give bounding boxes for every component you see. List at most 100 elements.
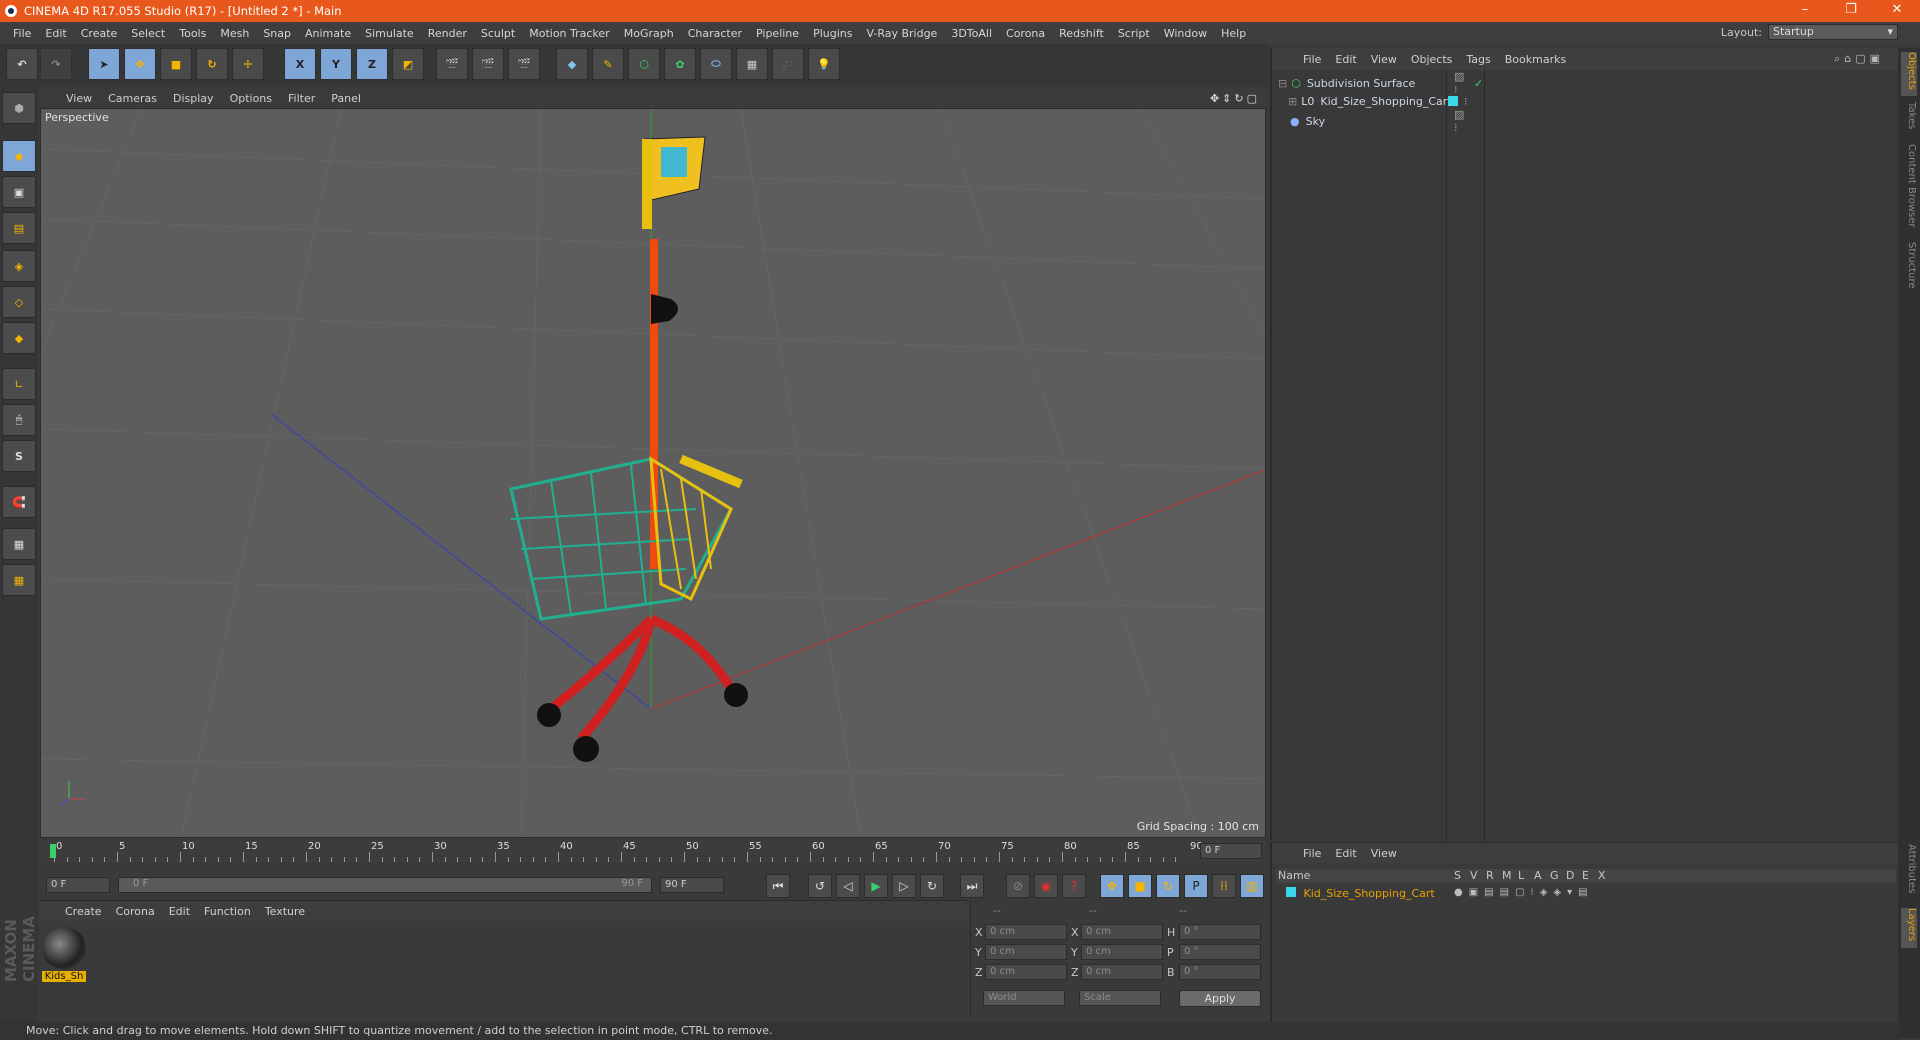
layer-color-swatch[interactable] (1286, 887, 1296, 897)
live-select-button[interactable]: ➤ (88, 48, 120, 80)
checkmark-icon[interactable]: ✓ (1474, 77, 1483, 90)
layout-dropdown[interactable]: Startup ▾ (1768, 24, 1898, 40)
menu-edit[interactable]: Edit (38, 27, 73, 40)
menu-script[interactable]: Script (1111, 27, 1157, 40)
axis-mode-button[interactable]: ∟ (2, 368, 36, 400)
objects-menu-bookmarks[interactable]: Bookmarks (1498, 53, 1573, 66)
menu-plugins[interactable]: Plugins (806, 27, 859, 40)
render-picture-viewer-button[interactable]: 🎬 (472, 48, 504, 80)
scale-tool-button[interactable]: ■ (160, 48, 192, 80)
menu-corona[interactable]: Corona (999, 27, 1052, 40)
material-menu-corona[interactable]: Corona (109, 905, 162, 918)
object-row-kid-size-shopping-cart[interactable]: ⊞ L0 Kid_Size_Shopping_Cart ⁝ (1288, 92, 1468, 110)
redo-button[interactable]: ↷ (40, 48, 72, 80)
subdivision-button[interactable]: ⬡ (628, 48, 660, 80)
material-menu-create[interactable]: Create (58, 905, 109, 918)
timeline-ruler[interactable]: 0 5 10 15 20 25 30 35 40 45 50 55 60 65 70 75 80 85 90 0 F (40, 840, 1266, 862)
start-frame-field[interactable]: 0 F (46, 877, 110, 893)
move-tool-button[interactable]: ✥ (124, 48, 156, 80)
solo-button[interactable]: S (2, 440, 36, 472)
key-scale-button[interactable]: ■ (1128, 874, 1152, 898)
key-parameter-button[interactable]: P (1184, 874, 1208, 898)
menu-vray-bridge[interactable]: V-Ray Bridge (859, 27, 944, 40)
tab-layers[interactable]: Layers (1901, 908, 1917, 948)
keyframe-selection-button[interactable]: ? (1062, 874, 1086, 898)
coordinate-system-button[interactable]: ◩ (392, 48, 424, 80)
menu-window[interactable]: Window (1157, 27, 1214, 40)
points-mode-button[interactable]: ◈ (2, 250, 36, 282)
viewport-menu-display[interactable]: Display (165, 92, 222, 105)
key-pla-button[interactable]: ⁞⁞ (1212, 874, 1236, 898)
menu-create[interactable]: Create (74, 27, 125, 40)
make-editable-button[interactable]: ⬢ (2, 92, 36, 124)
minimize-button[interactable]: – (1782, 0, 1828, 22)
viewport-menu-view[interactable]: View (58, 92, 100, 105)
close-button[interactable]: ✕ (1874, 0, 1920, 22)
prev-key-button[interactable]: ↺ (808, 874, 832, 898)
menu-animate[interactable]: Animate (298, 27, 358, 40)
timeline-button[interactable]: ▥ (1240, 874, 1264, 898)
world-dropdown[interactable]: World (983, 990, 1065, 1006)
search-home-icons[interactable]: ⌕⌂▢▣ (1834, 52, 1884, 66)
planar-workplane-button[interactable]: ▦ (2, 564, 36, 596)
size-x-field[interactable]: 0 cm (1081, 924, 1163, 940)
menu-sculpt[interactable]: Sculpt (474, 27, 522, 40)
menu-file[interactable]: File (6, 27, 38, 40)
texture-mode-button[interactable]: ▣ (2, 176, 36, 208)
viewport-menu-filter[interactable]: Filter (280, 92, 323, 105)
visibility-dots-icon[interactable]: ▨ ⁝ (1454, 70, 1464, 96)
y-axis-button[interactable]: Y (320, 48, 352, 80)
layer-menu-view[interactable]: View (1364, 847, 1404, 860)
position-y-field[interactable]: 0 cm (985, 944, 1067, 960)
undo-button[interactable]: ↶ (6, 48, 38, 80)
goto-start-button[interactable]: ⏮ (766, 874, 790, 898)
tab-content-browser[interactable]: Content Browser (1901, 144, 1917, 234)
workplane-mode-button[interactable]: ▤ (2, 212, 36, 244)
layer-row[interactable]: Kid_Size_Shopping_Cart ●▣▤▤▢⁝◈◈▾▤ (1286, 887, 1886, 901)
cloner-button[interactable]: ✿ (664, 48, 696, 80)
perspective-viewport[interactable]: Perspective Grid Spacing : 100 cm (40, 108, 1266, 838)
visibility-dots-icon[interactable]: ▨ ⁝ (1454, 108, 1464, 134)
visibility-dots-icon[interactable]: ⁝ (1464, 95, 1468, 108)
menu-redshift[interactable]: Redshift (1052, 27, 1111, 40)
object-row-subdivision-surface[interactable]: ⊟ ⬡ Subdivision Surface ▨ ⁝ ✓ (1278, 70, 1483, 96)
transform-tool-button[interactable]: ✛ (232, 48, 264, 80)
rotate-tool-button[interactable]: ↻ (196, 48, 228, 80)
layer-toggle-icons[interactable]: ●▣▤▤▢⁝◈◈▾▤ (1454, 887, 1594, 898)
deformer-button[interactable]: ⬭ (700, 48, 732, 80)
position-x-field[interactable]: 0 cm (985, 924, 1067, 940)
menu-character[interactable]: Character (681, 27, 749, 40)
camera-button[interactable]: 🎥 (772, 48, 804, 80)
model-mode-button[interactable]: ◆ (2, 140, 36, 172)
next-key-button[interactable]: ↻ (920, 874, 944, 898)
rotation-h-field[interactable]: 0 ° (1179, 924, 1261, 940)
preview-range-slider[interactable]: 0 F 90 F (118, 877, 652, 893)
rotation-p-field[interactable]: 0 ° (1179, 944, 1261, 960)
pen-spline-button[interactable]: ✎ (592, 48, 624, 80)
menu-simulate[interactable]: Simulate (358, 27, 421, 40)
cube-object-button[interactable]: ◆ (556, 48, 588, 80)
material-menu-edit[interactable]: Edit (162, 905, 197, 918)
menu-mesh[interactable]: Mesh (213, 27, 256, 40)
material-menu-texture[interactable]: Texture (258, 905, 312, 918)
objects-menu-tags[interactable]: Tags (1459, 53, 1497, 66)
tab-attributes[interactable]: Attributes (1901, 844, 1917, 904)
menu-3dtoall[interactable]: 3DToAll (944, 27, 999, 40)
render-settings-button[interactable]: 🎬 (508, 48, 540, 80)
prev-frame-button[interactable]: ◁ (836, 874, 860, 898)
viewport-menu-options[interactable]: Options (222, 92, 280, 105)
material-menu-function[interactable]: Function (197, 905, 258, 918)
objects-menu-edit[interactable]: Edit (1328, 53, 1363, 66)
floor-button[interactable]: ▦ (736, 48, 768, 80)
goto-end-button[interactable]: ⏭ (960, 874, 984, 898)
objects-menu-view[interactable]: View (1364, 53, 1404, 66)
material-swatch-kids[interactable]: Kids_Sh (42, 927, 86, 985)
edges-mode-button[interactable]: ◇ (2, 286, 36, 318)
menu-snap[interactable]: Snap (256, 27, 298, 40)
layer-color-swatch[interactable] (1448, 96, 1458, 106)
autokey-button[interactable]: ◉ (1034, 874, 1058, 898)
tab-structure[interactable]: Structure (1901, 242, 1917, 296)
end-frame-field[interactable]: 90 F (660, 877, 724, 893)
object-row-sky[interactable]: ● Sky ▨ ⁝ (1278, 108, 1464, 134)
objects-menu-objects[interactable]: Objects (1404, 53, 1460, 66)
